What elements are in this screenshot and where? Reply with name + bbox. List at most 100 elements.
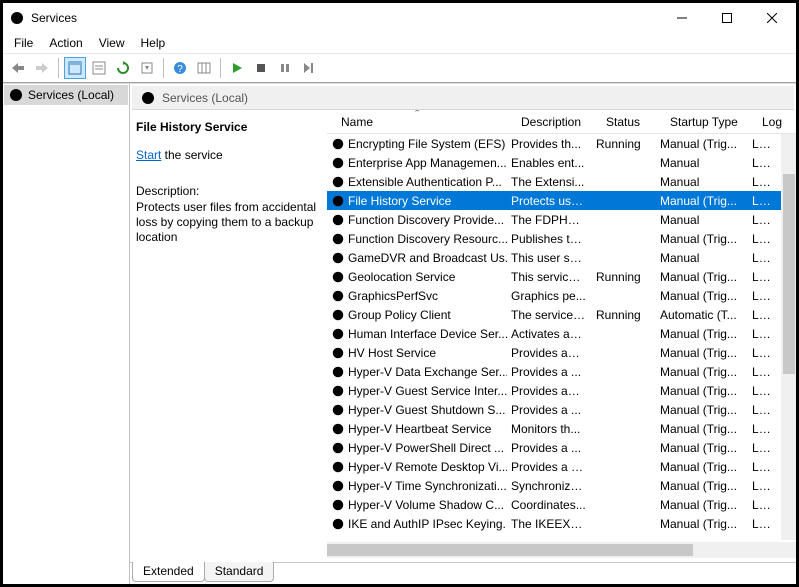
service-log-on-as: Loca	[748, 365, 778, 379]
titlebar: Services	[3, 3, 796, 33]
service-name: Hyper-V Time Synchronizati...	[348, 479, 507, 493]
service-startup-type: Manual (Trig...	[656, 460, 748, 474]
gear-icon	[331, 232, 345, 246]
service-log-on-as: Loca	[748, 289, 778, 303]
list-header[interactable]: ⌃Name Description Status Startup Type Lo…	[327, 110, 796, 134]
service-row[interactable]: Enterprise App Managemen...Enables ent..…	[327, 153, 796, 172]
details-pane: File History Service Start the service D…	[130, 110, 327, 562]
tree-item-services-local[interactable]: Services (Local)	[4, 85, 128, 105]
gear-icon	[331, 137, 345, 151]
gear-icon	[331, 251, 345, 265]
refresh-button[interactable]	[112, 57, 134, 79]
service-name: Human Interface Device Ser...	[348, 327, 507, 341]
service-row[interactable]: Hyper-V Heartbeat ServiceMonitors th...M…	[327, 419, 796, 438]
close-button[interactable]	[749, 3, 794, 33]
service-row[interactable]: Group Policy ClientThe service i...Runni…	[327, 305, 796, 324]
service-log-on-as: Loca	[748, 175, 778, 189]
service-row[interactable]: Hyper-V Data Exchange Ser...Provides a .…	[327, 362, 796, 381]
show-hide-tree-button[interactable]	[64, 57, 86, 79]
minimize-button[interactable]	[659, 3, 704, 33]
menu-view[interactable]: View	[91, 34, 133, 52]
tab-extended[interactable]: Extended	[132, 562, 205, 582]
service-row[interactable]: GraphicsPerfSvcGraphics pe...Manual (Tri…	[327, 286, 796, 305]
service-description: Protects use...	[507, 194, 592, 208]
scrollbar-thumb[interactable]	[783, 174, 795, 374]
service-log-on-as: Loca	[748, 441, 778, 455]
service-startup-type: Manual (Trig...	[656, 232, 748, 246]
service-log-on-as: Loca	[748, 156, 778, 170]
properties-icon[interactable]	[88, 57, 110, 79]
column-status[interactable]: Status	[592, 110, 656, 133]
service-log-on-as: Loca	[748, 384, 778, 398]
back-button[interactable]	[7, 57, 29, 79]
service-startup-type: Manual (Trig...	[656, 194, 748, 208]
service-row[interactable]: Geolocation ServiceThis service ...Runni…	[327, 267, 796, 286]
service-description: Provides an ...	[507, 346, 592, 360]
service-row[interactable]: GameDVR and Broadcast Us...This user ser…	[327, 248, 796, 267]
service-row[interactable]: Function Discovery Provide...The FDPHO..…	[327, 210, 796, 229]
service-description: The Extensi...	[507, 175, 592, 189]
start-service-link[interactable]: Start	[136, 148, 161, 162]
service-row[interactable]: Extensible Authentication P...The Extens…	[327, 172, 796, 191]
horizontal-scrollbar[interactable]	[327, 542, 796, 558]
gear-icon	[331, 441, 345, 455]
menu-file[interactable]: File	[6, 34, 41, 52]
columns-icon[interactable]	[193, 57, 215, 79]
pause-service-button[interactable]	[274, 57, 296, 79]
service-startup-type: Manual (Trig...	[656, 289, 748, 303]
stop-service-button[interactable]	[250, 57, 272, 79]
pane-header-title: Services (Local)	[162, 91, 248, 105]
service-status: Running	[592, 137, 656, 151]
service-row[interactable]: Hyper-V Guest Service Inter...Provides a…	[327, 381, 796, 400]
forward-button[interactable]	[31, 57, 53, 79]
service-row[interactable]: File History ServiceProtects use...Manua…	[327, 191, 796, 210]
menu-help[interactable]: Help	[133, 34, 174, 52]
service-startup-type: Manual	[656, 213, 748, 227]
service-startup-type: Manual	[656, 175, 748, 189]
service-description: Provides a ...	[507, 403, 592, 417]
service-description: Coordinates...	[507, 498, 592, 512]
tab-standard[interactable]: Standard	[204, 562, 275, 582]
gear-icon	[331, 365, 345, 379]
service-startup-type: Manual	[656, 156, 748, 170]
service-description: This user ser...	[507, 251, 592, 265]
service-log-on-as: Loca	[748, 517, 778, 531]
menu-action[interactable]: Action	[41, 34, 90, 52]
service-row[interactable]: Hyper-V Remote Desktop Vi...Provides a p…	[327, 457, 796, 476]
service-startup-type: Manual	[656, 251, 748, 265]
service-startup-type: Manual (Trig...	[656, 270, 748, 284]
service-row[interactable]: Encrypting File System (EFS)Provides th.…	[327, 134, 796, 153]
service-row[interactable]: HV Host ServiceProvides an ...Manual (Tr…	[327, 343, 796, 362]
service-row[interactable]: Hyper-V Guest Shutdown S...Provides a ..…	[327, 400, 796, 419]
service-row[interactable]: IKE and AuthIP IPsec Keying...The IKEEXT…	[327, 514, 796, 533]
console-tree[interactable]: Services (Local)	[3, 84, 130, 584]
service-row[interactable]: Hyper-V PowerShell Direct ...Provides a …	[327, 438, 796, 457]
service-row[interactable]: Hyper-V Volume Shadow C...Coordinates...…	[327, 495, 796, 514]
gear-icon	[331, 460, 345, 474]
maximize-button[interactable]	[704, 3, 749, 33]
help-button[interactable]: ?	[169, 57, 191, 79]
service-startup-type: Manual (Trig...	[656, 403, 748, 417]
service-row[interactable]: Hyper-V Time Synchronizati...Synchronize…	[327, 476, 796, 495]
service-status: Running	[592, 270, 656, 284]
column-description[interactable]: Description	[507, 110, 592, 133]
restart-service-button[interactable]	[298, 57, 320, 79]
svg-text:?: ?	[177, 64, 183, 75]
vertical-scrollbar[interactable]	[781, 134, 796, 540]
column-startup-type[interactable]: Startup Type	[656, 110, 748, 133]
service-description: Synchronize...	[507, 479, 592, 493]
services-list[interactable]: ⌃Name Description Status Startup Type Lo…	[327, 110, 796, 562]
export-list-button[interactable]	[136, 57, 158, 79]
start-service-button[interactable]	[226, 57, 248, 79]
service-description: Provides th...	[507, 137, 592, 151]
service-description: The FDPHO...	[507, 213, 592, 227]
service-description: Enables ent...	[507, 156, 592, 170]
scrollbar-thumb[interactable]	[327, 544, 693, 556]
service-startup-type: Manual (Trig...	[656, 498, 748, 512]
column-name[interactable]: ⌃Name	[327, 110, 507, 133]
service-row[interactable]: Human Interface Device Ser...Activates a…	[327, 324, 796, 343]
service-row[interactable]: Function Discovery Resourc...Publishes t…	[327, 229, 796, 248]
column-log-on-as[interactable]: Log	[748, 110, 778, 133]
service-name: Function Discovery Resourc...	[348, 232, 507, 246]
gear-icon	[331, 517, 345, 531]
